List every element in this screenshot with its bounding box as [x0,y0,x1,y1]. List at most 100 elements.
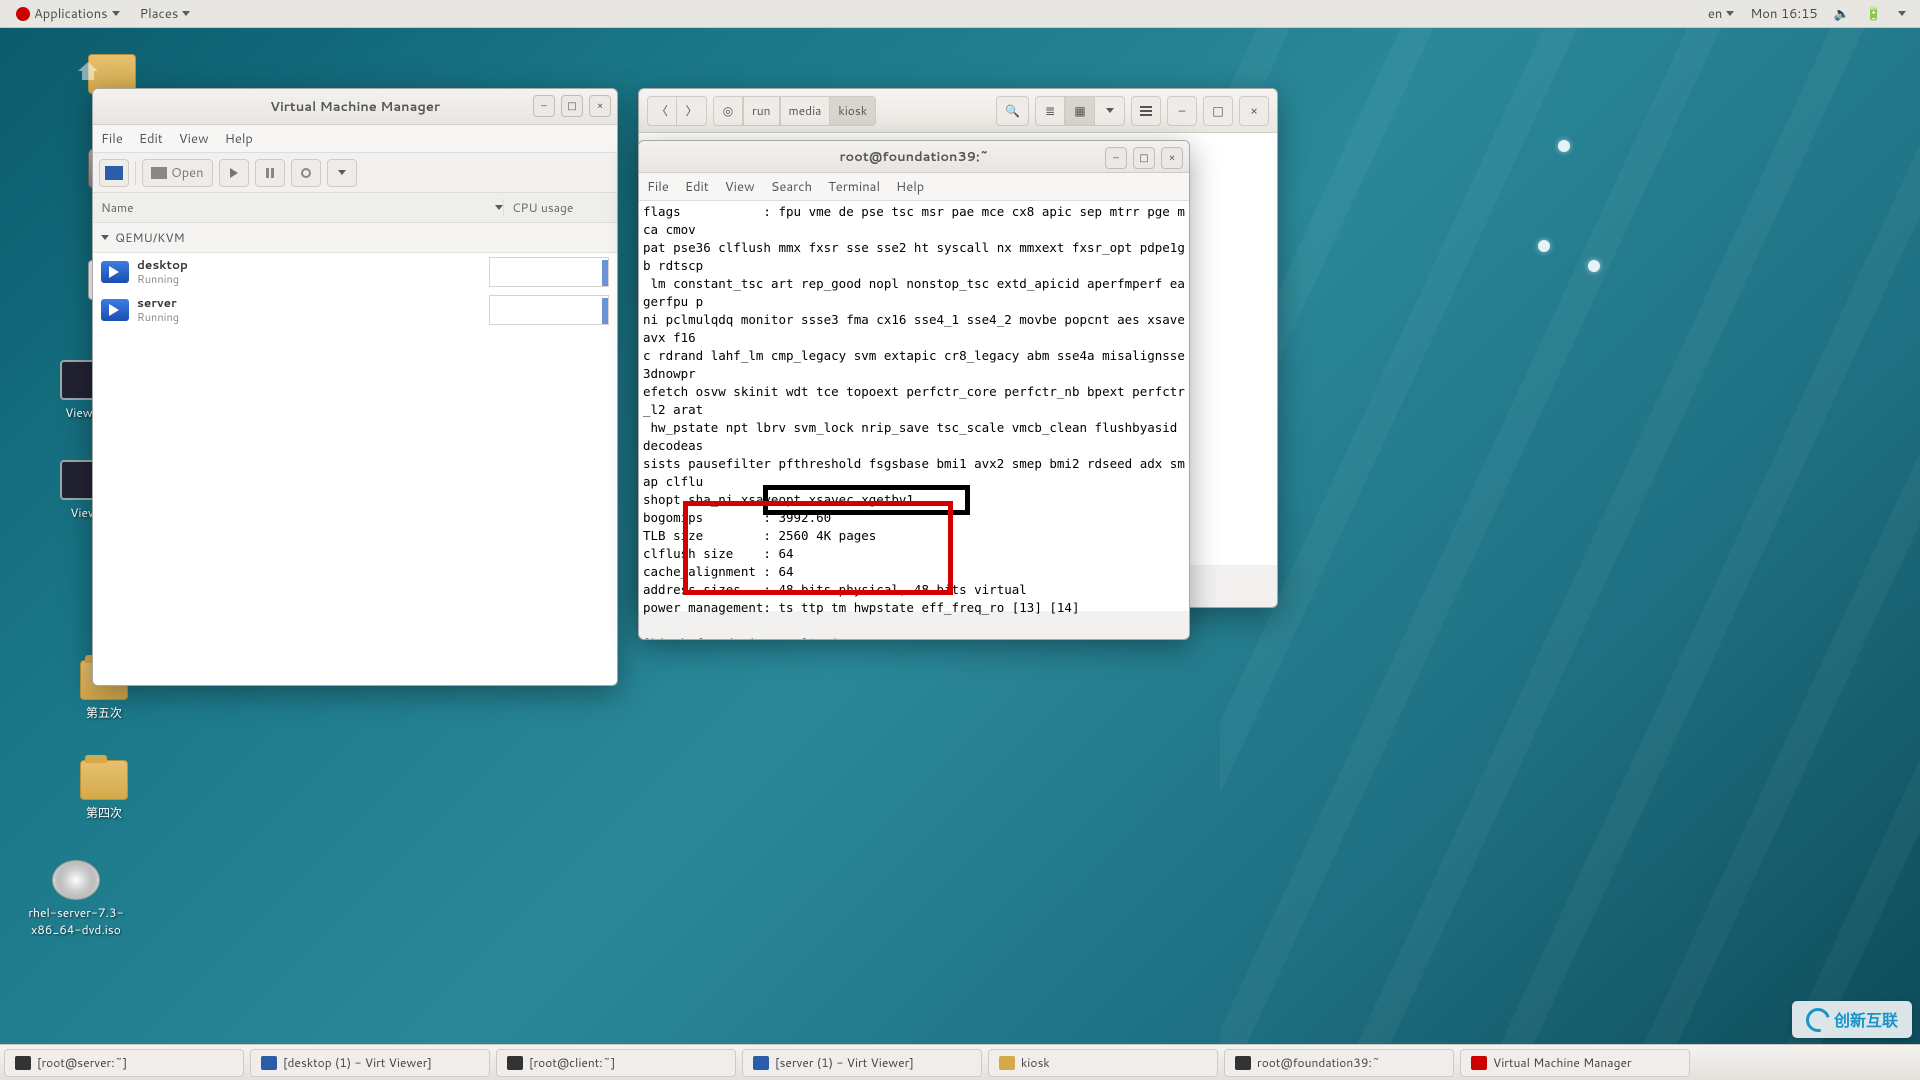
terminal-window: root@foundation39:~ – □ × File Edit View… [638,140,1190,640]
path-kiosk[interactable]: kiosk [830,96,876,126]
virt-manager-window: Virtual Machine Manager – □ × File Edit … [92,88,618,686]
battery-icon[interactable]: 🔋 [1858,5,1890,23]
term-menu-view[interactable]: View [725,178,755,196]
expand-icon [101,235,109,240]
system-menu[interactable] [1890,11,1914,16]
open-button[interactable]: Open [142,159,213,187]
play-icon [101,299,129,321]
screen-icon [753,1056,769,1070]
places-label: Places [140,5,179,23]
task-virt-manager[interactable]: Virtual Machine Manager [1460,1049,1690,1077]
new-vm-button[interactable] [99,159,129,187]
folder-icon [999,1056,1015,1070]
menu-view[interactable]: View [179,130,209,148]
top-panel: Applications Places en Mon 16:15 🔈 🔋 [0,0,1920,28]
pause-button[interactable] [255,159,285,187]
terminal-titlebar[interactable]: root@foundation39:~ – □ × [639,141,1189,173]
view-list-button[interactable]: ≣ [1035,96,1065,126]
play-icon [230,168,238,178]
vm-row-server[interactable]: serverRunning [93,291,617,329]
files-close[interactable]: × [1239,96,1269,126]
vmm-titlebar[interactable]: Virtual Machine Manager – □ × [93,89,617,125]
terminal-minimize[interactable]: – [1105,147,1127,169]
task-desktop-viewer[interactable]: [desktop (1) - Virt Viewer] [250,1049,490,1077]
hamburger-menu[interactable] [1131,96,1161,126]
task-server-viewer[interactable]: [server (1) - Virt Viewer] [742,1049,982,1077]
task-root-client[interactable]: [root@client:~] [496,1049,736,1077]
terminal-icon [507,1056,523,1070]
terminal-content[interactable]: flags : fpu vme de pse tsc msr pae mce c… [639,201,1189,611]
virt-icon [1471,1056,1487,1070]
cpu-sparkline [489,257,609,287]
bottom-taskbar: [root@server:~] [desktop (1) - Virt View… [0,1044,1920,1080]
menu-file[interactable]: File [101,130,123,148]
chevron-down-icon [338,170,346,175]
terminal-icon [15,1056,31,1070]
clock[interactable]: Mon 16:15 [1742,5,1825,23]
play-icon [101,261,129,283]
nav-back-forward: 〈 〉 [647,96,707,126]
view-grid-button[interactable]: ▦ [1065,96,1095,126]
shutdown-button[interactable] [291,159,321,187]
vmm-close[interactable]: × [589,95,611,117]
files-headerbar: 〈 〉 ◎ run media kiosk 🔍 ≣ ▦ – □ × [639,89,1277,133]
redhat-icon [16,7,30,21]
files-minimize[interactable]: – [1167,96,1197,126]
term-menu-terminal[interactable]: Terminal [828,178,880,196]
terminal-maximize[interactable]: □ [1133,147,1155,169]
monitor-icon [151,167,167,179]
chevron-down-icon [495,205,503,210]
task-root-server[interactable]: [root@server:~] [4,1049,244,1077]
power-icon [301,168,311,178]
term-menu-search[interactable]: Search [771,178,812,196]
vmm-columns: Name CPU usage [93,193,617,223]
back-button[interactable]: 〈 [647,96,677,126]
vmm-list[interactable]: QEMU/KVM desktopRunning serverRunning [93,223,617,686]
menu-help[interactable]: Help [225,130,253,148]
vmm-minimize[interactable]: – [533,95,555,117]
lang-indicator[interactable]: en [1700,5,1742,23]
path-media[interactable]: media [780,96,831,126]
term-menu-help[interactable]: Help [896,178,924,196]
applications-label: Applications [34,5,108,23]
run-button[interactable] [219,159,249,187]
cpu-sparkline [489,295,609,325]
connection-group[interactable]: QEMU/KVM [93,223,617,253]
terminal-menubar: File Edit View Search Terminal Help [639,173,1189,201]
iso-file[interactable]: rhel-server-7.3-x86_64-dvd.iso [28,860,124,938]
applications-menu[interactable]: Applications [6,0,130,27]
pause-icon [266,168,274,178]
vmm-maximize[interactable]: □ [561,95,583,117]
col-cpu[interactable]: CPU usage [503,199,617,216]
screen-icon [261,1056,277,1070]
terminal-close[interactable]: × [1161,147,1183,169]
chevron-down-icon [112,11,120,16]
term-menu-edit[interactable]: Edit [685,178,709,196]
search-button[interactable]: 🔍 [996,96,1029,126]
files-maximize[interactable]: □ [1203,96,1233,126]
vmm-toolbar: Open [93,153,617,193]
vmm-menubar: File Edit View Help [93,125,617,153]
terminal-icon [1235,1056,1251,1070]
logo-icon [1802,1003,1835,1036]
path-disk-icon[interactable]: ◎ [713,96,743,126]
annotation-box-red [683,501,953,595]
path-run[interactable]: run [743,96,779,126]
task-root-foundation[interactable]: root@foundation39:~ [1224,1049,1454,1077]
view-dropdown-button[interactable] [1095,96,1125,126]
places-menu[interactable]: Places [130,0,201,27]
forward-button[interactable]: 〉 [677,96,707,126]
volume-icon[interactable]: 🔈 [1826,5,1858,23]
vm-row-desktop[interactable]: desktopRunning [93,253,617,291]
path-bar: ◎ run media kiosk [713,96,876,126]
col-name[interactable]: Name [101,199,134,216]
task-kiosk[interactable]: kiosk [988,1049,1218,1077]
monitor-plus-icon [105,166,123,180]
folder-4[interactable]: 第四次 [56,760,152,821]
menu-edit[interactable]: Edit [139,130,163,148]
term-menu-file[interactable]: File [647,178,669,196]
chevron-down-icon [182,11,190,16]
shutdown-menu-button[interactable] [327,159,357,187]
watermark: 创新互联 [1792,1001,1912,1038]
chevron-down-icon [1726,11,1734,16]
